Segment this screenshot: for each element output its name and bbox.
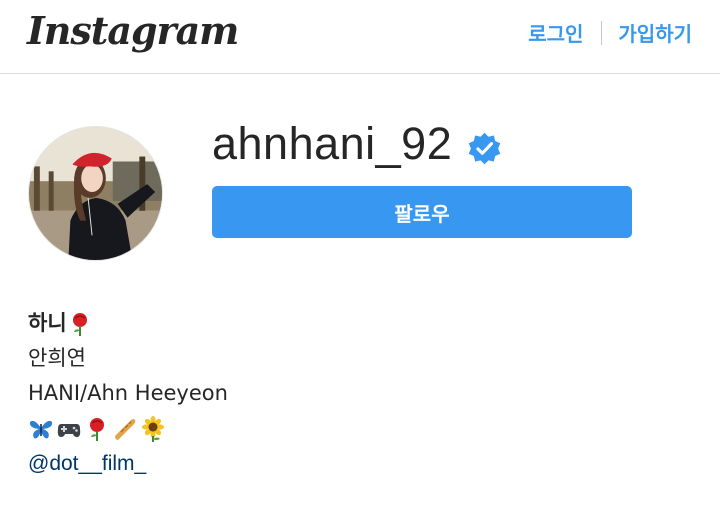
nav-divider [601, 20, 603, 45]
profile-bio: 하니 안희연 HANI/Ahn Heeyeon @dot__film_ [28, 306, 228, 481]
bio-emoji-row [28, 411, 228, 446]
auth-nav: 로그인 가입하기 [528, 18, 692, 47]
butterfly-icon [29, 420, 53, 438]
signup-link[interactable]: 가입하기 [618, 18, 692, 47]
avatar-image [29, 127, 162, 260]
bio-line-korean-name: 안희연 [28, 346, 86, 370]
verified-badge-icon [468, 132, 501, 165]
bio-name-row: 하니 [28, 306, 228, 341]
login-link[interactable]: 로그인 [528, 18, 583, 47]
follow-button[interactable]: 팔로우 [212, 186, 632, 238]
sunflower-icon [142, 415, 164, 442]
profile-avatar[interactable] [28, 126, 163, 261]
instagram-logo[interactable]: Instagram [27, 8, 239, 53]
bio-name: 하니 [28, 311, 67, 335]
top-header: Instagram 로그인 가입하기 [0, 0, 720, 74]
rose-icon [90, 417, 104, 441]
profile-username: ahnhani_92 [212, 118, 453, 169]
bio-mention-link[interactable]: @dot__film_ [28, 446, 228, 481]
rose-icon [72, 312, 87, 336]
gamepad-icon [57, 423, 81, 437]
bio-line-english-name: HANI/Ahn Heeyeon [28, 381, 228, 405]
baguette-icon [115, 418, 136, 440]
